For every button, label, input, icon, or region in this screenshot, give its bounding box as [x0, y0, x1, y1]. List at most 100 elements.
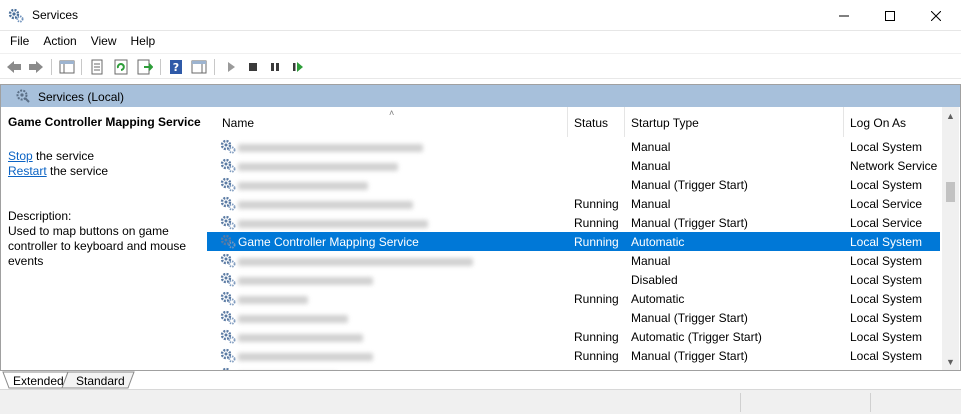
menu-help[interactable]: Help: [125, 31, 162, 52]
service-startup-type: Manual (Trigger Start): [631, 178, 748, 192]
service-startup-type: Manual (Trigger Start): [631, 368, 748, 370]
description-label: Description:: [8, 209, 72, 223]
service-status: Running: [574, 349, 619, 363]
scope-header: Services (Local): [1, 85, 960, 107]
tab-standard[interactable]: Standard: [68, 372, 125, 389]
forward-icon[interactable]: [27, 58, 45, 76]
service-log-on-as: Local System: [850, 368, 922, 370]
vertical-scrollbar[interactable]: ▲ ▼: [942, 107, 959, 370]
scroll-down-icon[interactable]: ▼: [942, 353, 959, 370]
service-log-on-as: Local System: [850, 140, 923, 154]
column-header-name[interactable]: Name: [216, 107, 568, 137]
table-row[interactable]: Manual Local System: [207, 137, 940, 156]
service-status: Running: [574, 235, 619, 249]
services-list-pane: ˄ Name Status Startup Type Log On As Man…: [207, 107, 960, 370]
show-hide-action-pane-icon[interactable]: [190, 58, 208, 76]
service-log-on-as: Network Service: [850, 159, 938, 173]
restart-service-link[interactable]: Restart: [8, 164, 47, 178]
column-header-log-on-as[interactable]: Log On As: [844, 107, 940, 137]
service-gear-icon: [220, 252, 236, 268]
services-list: Manual Local System Manual Network Service M…: [207, 137, 940, 370]
service-status: Running: [574, 216, 619, 230]
stop-action-text: the service: [32, 149, 95, 163]
show-tree-icon[interactable]: [58, 58, 76, 76]
service-log-on-as: Local System: [850, 254, 923, 268]
column-header-status[interactable]: Status: [568, 107, 625, 137]
redacted-service-name: [238, 277, 373, 285]
menu-file[interactable]: File: [4, 31, 35, 52]
service-log-on-as: Local System: [850, 292, 923, 306]
start-icon[interactable]: [222, 58, 240, 76]
column-header-startup-type[interactable]: Startup Type: [625, 107, 844, 137]
table-row[interactable]: Manual (Trigger Start) Local System: [207, 365, 940, 370]
table-row[interactable]: Running Automatic (Trigger Start) Local Sy…: [207, 327, 940, 346]
table-row-selected[interactable]: Game Controller Mapping Service Running Au…: [207, 232, 940, 251]
toolbar-separator: [51, 59, 52, 75]
redacted-service-name: [238, 201, 413, 209]
service-log-on-as: Local System: [850, 235, 923, 249]
service-log-on-as: Local System: [850, 178, 923, 192]
toolbar-separator: [81, 59, 82, 75]
table-row[interactable]: Running Manual Local Service: [207, 194, 940, 213]
service-startup-type: Automatic (Trigger Start): [631, 330, 762, 344]
restart-icon[interactable]: [289, 58, 307, 76]
service-status: Running: [574, 197, 619, 211]
status-separator: [870, 393, 871, 412]
close-button[interactable]: [913, 0, 959, 31]
status-separator: [740, 393, 741, 412]
tab-extended[interactable]: Extended: [5, 372, 64, 389]
main-frame: Services (Local) Game Controller Mapping…: [0, 84, 961, 371]
table-row[interactable]: Manual (Trigger Start) Local System: [207, 308, 940, 327]
table-row[interactable]: Running Automatic Local System: [207, 289, 940, 308]
back-icon[interactable]: [5, 58, 23, 76]
redacted-service-name: [238, 182, 368, 190]
service-startup-type: Manual: [631, 197, 671, 211]
menu-action[interactable]: Action: [37, 31, 82, 52]
scope-title: Services (Local): [38, 90, 125, 104]
stop-icon[interactable]: [244, 58, 262, 76]
service-status: Running: [574, 330, 619, 344]
service-log-on-as: Local System: [850, 330, 923, 344]
service-gear-icon: [220, 233, 236, 249]
services-local-icon: [15, 88, 31, 107]
help-icon[interactable]: ?: [167, 58, 185, 76]
maximize-button[interactable]: [867, 0, 913, 31]
service-gear-icon: [220, 157, 236, 173]
table-row[interactable]: Manual Network Service: [207, 156, 940, 175]
service-gear-icon: [220, 271, 236, 287]
toolbar-separator: [214, 59, 215, 75]
menu-bar: File Action View Help: [0, 31, 961, 52]
scrollbar-thumb[interactable]: [946, 182, 955, 202]
redacted-service-name: [238, 353, 373, 361]
service-startup-type: Manual: [631, 254, 671, 268]
refresh-icon[interactable]: [112, 58, 130, 76]
table-row[interactable]: Running Manual (Trigger Start) Local Servi…: [207, 213, 940, 232]
service-gear-icon: [220, 309, 236, 325]
menu-view[interactable]: View: [85, 31, 123, 52]
restart-action: Restart the service: [8, 164, 207, 179]
service-status: Running: [574, 292, 619, 306]
redacted-service-name: [238, 220, 428, 228]
table-row[interactable]: Manual (Trigger Start) Local System: [207, 175, 940, 194]
service-gear-icon: [220, 214, 236, 230]
svg-text:?: ?: [173, 61, 179, 74]
services-gear-icon: [8, 7, 24, 23]
pause-icon[interactable]: [266, 58, 284, 76]
scroll-up-icon[interactable]: ▲: [942, 107, 959, 124]
service-startup-type: Disabled: [631, 273, 678, 287]
minimize-button[interactable]: [821, 0, 867, 31]
table-row[interactable]: Running Manual (Trigger Start) Local Syste…: [207, 346, 940, 365]
table-row[interactable]: Manual Local System: [207, 251, 940, 270]
service-log-on-as: Local System: [850, 349, 923, 363]
properties-icon[interactable]: [88, 58, 106, 76]
service-startup-type: Manual (Trigger Start): [631, 349, 748, 363]
export-list-icon[interactable]: [136, 58, 154, 76]
redacted-service-name: [238, 334, 363, 342]
table-row[interactable]: Disabled Local System: [207, 270, 940, 289]
redacted-service-name: [238, 296, 308, 304]
stop-service-link[interactable]: Stop: [8, 149, 33, 163]
service-log-on-as: Local Service: [850, 197, 923, 211]
title-bar: Services: [0, 0, 961, 31]
service-startup-type: Automatic: [631, 235, 685, 249]
service-gear-icon: [220, 138, 236, 154]
